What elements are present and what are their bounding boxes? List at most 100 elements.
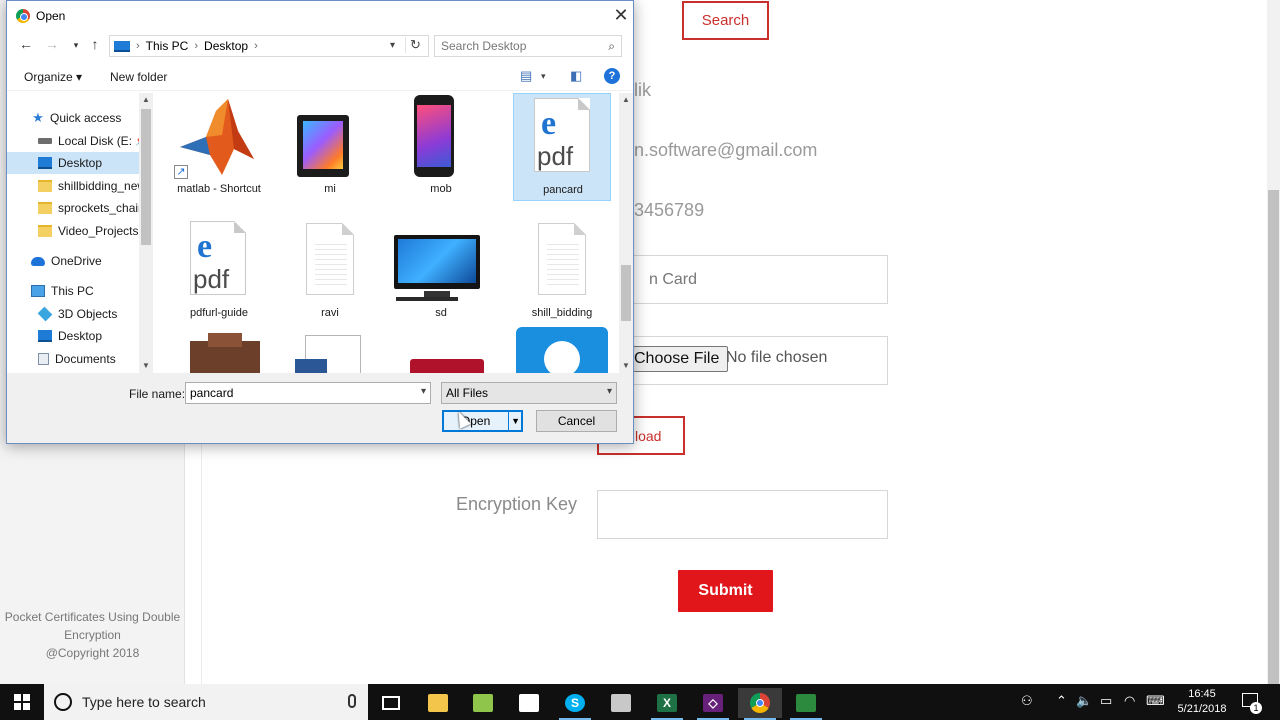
excel-icon[interactable]: X xyxy=(645,688,689,720)
file-item-mob[interactable]: mob xyxy=(392,93,490,201)
nav-item-this-pc[interactable]: This PC xyxy=(7,280,147,302)
scroll-down-icon[interactable]: ▼ xyxy=(622,361,630,370)
dialog-search-input[interactable]: Search Desktop ⌕ xyxy=(434,35,622,57)
file-type-select[interactable]: All Files ▾ xyxy=(441,382,617,404)
nav-item-quick-access[interactable]: ★ Quick access xyxy=(7,107,147,129)
file-item-partial[interactable] xyxy=(516,327,608,373)
battery-icon[interactable]: ▭ xyxy=(1100,693,1112,709)
people-icon[interactable]: ⚇ xyxy=(1021,693,1033,709)
chevron-up-icon[interactable]: ⌃ xyxy=(1056,693,1067,709)
microphone-icon[interactable] xyxy=(348,694,356,708)
scroll-up-icon[interactable]: ▲ xyxy=(622,95,630,104)
nav-item-onedrive[interactable]: OneDrive xyxy=(7,250,147,272)
up-arrow-icon[interactable]: ↑ xyxy=(86,36,104,52)
address-dropdown-icon[interactable]: ▾ xyxy=(390,40,395,51)
open-options-chevron-icon[interactable]: ▼ xyxy=(508,411,522,431)
submit-button[interactable]: Submit xyxy=(678,570,773,612)
nav-item-shillbidding-new[interactable]: shillbidding_new xyxy=(7,175,147,197)
this-pc-icon xyxy=(31,285,45,297)
file-item-sd[interactable]: sd xyxy=(392,217,490,325)
teamviewer-icon xyxy=(544,341,580,373)
file-item-mi[interactable]: mi xyxy=(281,93,379,201)
archive-app-icon[interactable] xyxy=(599,688,643,718)
breadcrumb-desktop[interactable]: Desktop xyxy=(204,39,248,53)
file-name-input[interactable]: pancard ▾ xyxy=(185,382,431,404)
choose-file-button[interactable]: Choose File xyxy=(625,346,729,372)
file-label: mi xyxy=(324,183,336,195)
file-item-partial[interactable] xyxy=(406,355,486,373)
windows-start-icon[interactable] xyxy=(14,694,30,710)
nav-item-sprockets-chains[interactable]: sprockets_chains xyxy=(7,197,147,219)
navigation-scrollbar-thumb[interactable] xyxy=(141,109,151,245)
file-item-pancard[interactable]: e pdf pancard xyxy=(513,93,611,201)
address-bar[interactable]: › This PC › Desktop › xyxy=(109,35,429,57)
encryption-key-input[interactable] xyxy=(597,490,888,539)
skype-icon[interactable]: S xyxy=(553,688,597,720)
cortana-icon[interactable] xyxy=(54,693,72,711)
view-dropdown-icon[interactable]: ▾ xyxy=(541,71,546,82)
nav-item-local-disk[interactable]: Local Disk (E: 📌 xyxy=(7,130,147,152)
search-icon[interactable]: ⌕ xyxy=(608,39,615,54)
taskbar-search-box[interactable]: Type here to search xyxy=(44,684,368,720)
organize-menu[interactable]: Organize ▾ xyxy=(24,70,82,84)
refresh-icon[interactable]: ↻ xyxy=(405,37,421,53)
new-folder-button[interactable]: New folder xyxy=(110,70,167,84)
file-list-scrollbar-thumb[interactable] xyxy=(621,265,631,321)
web-search-button[interactable]: Search xyxy=(682,1,769,40)
folder-icon xyxy=(38,225,52,237)
file-explorer-icon[interactable] xyxy=(416,688,460,718)
breadcrumb-this-pc[interactable]: This PC xyxy=(146,39,189,53)
scroll-up-icon[interactable]: ▲ xyxy=(142,95,150,104)
file-item-ravi[interactable]: ravi xyxy=(281,217,379,325)
breadcrumb-chevron-icon[interactable]: › xyxy=(194,40,198,52)
sticky-notes-icon[interactable] xyxy=(507,688,551,718)
file-item-partial[interactable] xyxy=(291,333,371,373)
close-icon[interactable]: ✕ xyxy=(611,5,631,25)
system-clock[interactable]: 16:45 5/21/2018 xyxy=(1172,687,1232,717)
file-item-partial[interactable] xyxy=(182,329,268,373)
chevron-down-icon[interactable]: ▾ xyxy=(607,386,612,397)
file-item-shill-bidding[interactable]: shill_bidding xyxy=(513,217,611,325)
view-options-icon[interactable]: ▤ xyxy=(520,68,532,84)
chevron-down-icon[interactable]: ▾ xyxy=(421,386,426,397)
task-view-icon[interactable] xyxy=(369,688,413,718)
navigation-pane: ★ Quick access Local Disk (E: 📌 Desktop … xyxy=(7,93,153,373)
file-item-matlab-shortcut[interactable]: ↗ matlab - Shortcut xyxy=(170,93,268,201)
nav-item-desktop-pc[interactable]: Desktop xyxy=(7,325,147,347)
visual-studio-icon[interactable]: ◇ xyxy=(691,688,735,720)
cancel-button[interactable]: Cancel xyxy=(536,410,617,432)
nav-item-3d-objects[interactable]: 3D Objects xyxy=(7,303,147,325)
preview-pane-icon[interactable]: ◧ xyxy=(570,68,582,84)
drive-icon xyxy=(38,138,52,144)
wifi-icon[interactable]: ◠ xyxy=(1124,693,1135,709)
tool-app-icon[interactable] xyxy=(784,688,828,720)
back-arrow-icon[interactable]: ← xyxy=(17,36,35,52)
notepad-plus-icon[interactable] xyxy=(461,688,505,718)
file-list: ↗ matlab - Shortcut mi mob e pdf pancard xyxy=(160,93,620,373)
footer-copyright: @Copyright 2018 xyxy=(45,646,140,660)
dialog-titlebar[interactable]: Open ✕ xyxy=(7,1,633,31)
recent-chevron-icon[interactable]: ▾ xyxy=(67,40,85,51)
navigation-scrollbar[interactable]: ▲ ▼ xyxy=(139,93,153,373)
nav-item-video-projects[interactable]: Video_Projects xyxy=(7,220,147,242)
clock-date: 5/21/2018 xyxy=(1177,703,1227,715)
nav-item-label: 3D Objects xyxy=(58,307,118,321)
dialog-footer: File name: pancard ▾ All Files ▾ Open ▼ … xyxy=(7,373,633,443)
screen: Pocket Certificates Using Double Encrypt… xyxy=(0,0,1280,720)
open-button-label: Open xyxy=(460,414,491,428)
file-list-scrollbar[interactable]: ▲ ▼ xyxy=(619,93,633,373)
file-label: matlab - Shortcut xyxy=(177,183,261,195)
chrome-taskbar-icon[interactable] xyxy=(738,688,782,720)
scroll-down-icon[interactable]: ▼ xyxy=(142,361,150,370)
document-type-input[interactable]: n Card xyxy=(597,255,888,304)
nav-item-documents[interactable]: Documents xyxy=(7,348,147,370)
volume-icon[interactable]: 🔈 xyxy=(1076,693,1092,709)
file-item-pdfurl-guide[interactable]: e pdf pdfurl-guide xyxy=(170,217,268,325)
page-scrollbar-thumb[interactable] xyxy=(1268,190,1279,684)
forward-arrow-icon[interactable]: → xyxy=(43,36,61,52)
help-icon[interactable]: ? xyxy=(604,68,620,84)
breadcrumb-chevron-icon[interactable]: › xyxy=(136,40,140,52)
nav-item-desktop[interactable]: Desktop xyxy=(7,152,147,174)
breadcrumb-chevron-icon[interactable]: › xyxy=(254,40,258,52)
keyboard-icon[interactable]: ⌨ xyxy=(1146,693,1165,709)
